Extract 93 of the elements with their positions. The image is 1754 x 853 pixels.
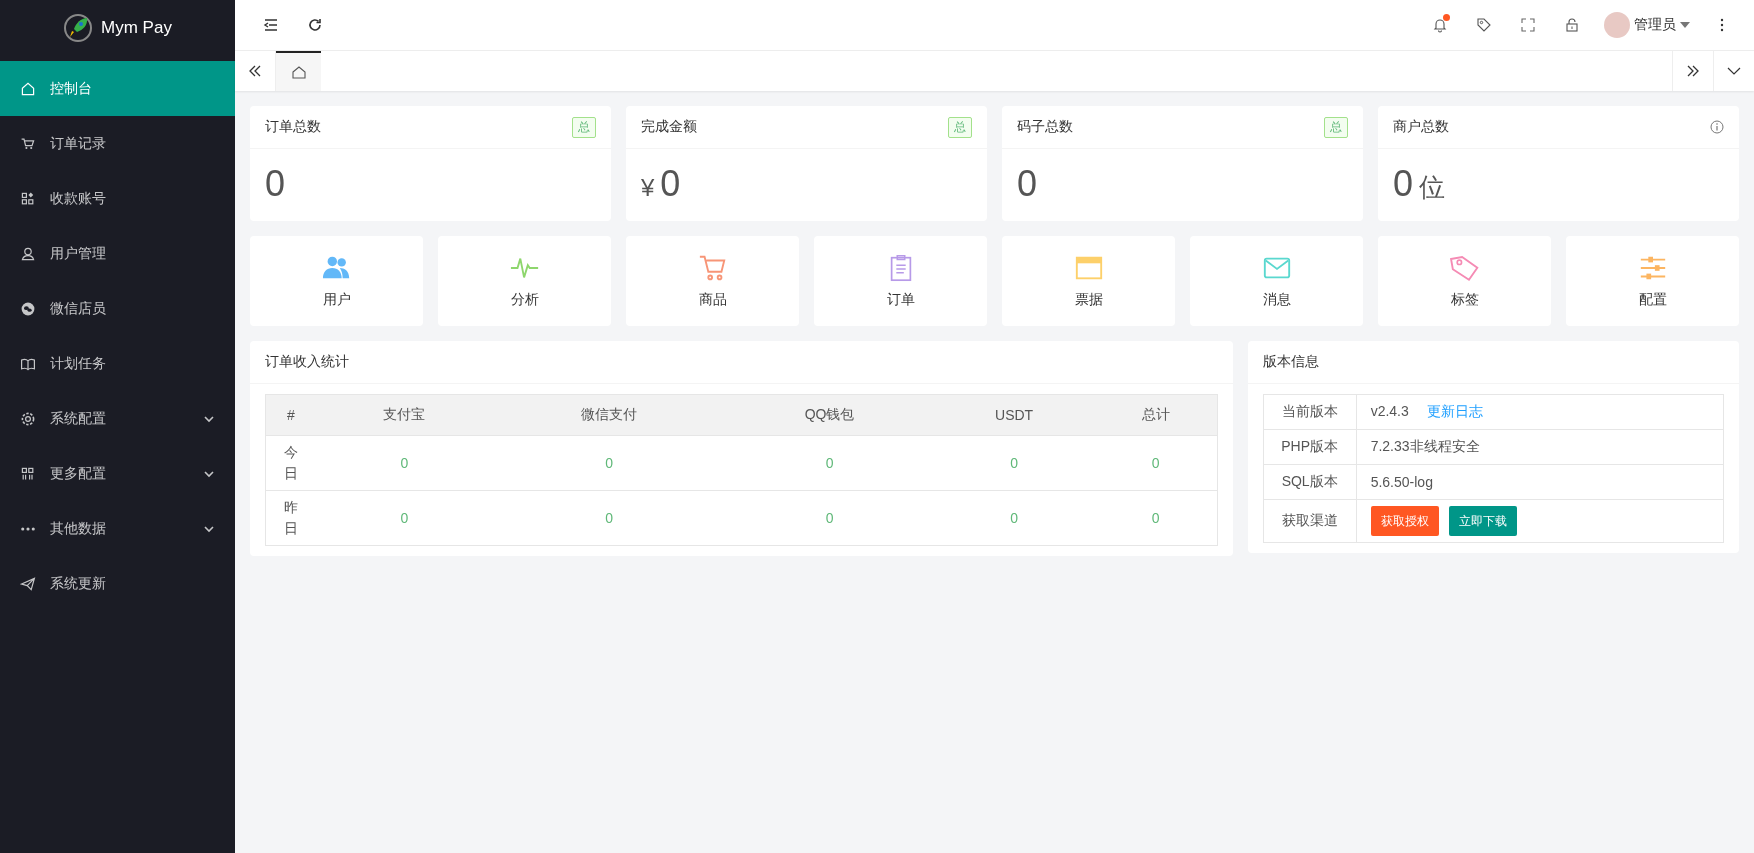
app-name: Mym Pay bbox=[101, 18, 172, 38]
stat-badge: 总 bbox=[948, 116, 972, 138]
menu-item-icon bbox=[20, 575, 36, 592]
stat-title: 码子总数 bbox=[1017, 118, 1073, 136]
info-label: PHP版本 bbox=[1263, 429, 1357, 465]
stat-badge: 总 bbox=[572, 116, 596, 138]
stat-value: 0 bbox=[265, 163, 286, 205]
table-cell: 0 bbox=[316, 490, 493, 546]
download-button[interactable]: 立即下载 bbox=[1448, 506, 1517, 536]
table-cell: 今日 bbox=[265, 435, 316, 491]
info-label: 当前版本 bbox=[1263, 394, 1357, 430]
stat-value: 0 bbox=[1017, 163, 1038, 205]
stat-title: 商户总数 bbox=[1393, 118, 1449, 136]
double-chevron-left-icon bbox=[248, 64, 262, 78]
table-cell: 0 bbox=[492, 435, 726, 491]
table-cell: 0 bbox=[933, 435, 1095, 491]
collapse-menu-icon[interactable] bbox=[263, 17, 279, 33]
shortcut-card[interactable]: 消息 bbox=[1190, 236, 1363, 326]
rocket-logo-icon bbox=[63, 13, 94, 43]
shortcut-label: 分析 bbox=[510, 291, 539, 309]
sidebar-item[interactable]: 控制台 bbox=[0, 61, 235, 116]
sidebar-item[interactable]: 收款账号 bbox=[0, 171, 235, 226]
shortcut-card[interactable]: 标签 bbox=[1378, 236, 1551, 326]
column-header: USDT bbox=[933, 394, 1095, 436]
panel-title: 订单收入统计 bbox=[265, 353, 349, 371]
menu-item-icon bbox=[21, 526, 35, 531]
tag-icon bbox=[1449, 253, 1480, 283]
stat-title: 完成金额 bbox=[641, 118, 697, 136]
info-label: 获取渠道 bbox=[1263, 499, 1357, 543]
shortcut-card[interactable]: 订单 bbox=[814, 236, 987, 326]
sidebar-item[interactable]: 计划任务 bbox=[0, 336, 235, 391]
sidebar-item[interactable]: 订单记录 bbox=[0, 116, 235, 171]
info-icon[interactable] bbox=[1710, 120, 1724, 134]
shortcut-label: 配置 bbox=[1638, 291, 1667, 309]
column-header: 支付宝 bbox=[316, 394, 493, 436]
table-cell: 0 bbox=[725, 435, 934, 491]
table-cell: 0 bbox=[316, 435, 493, 491]
scroll-right-button[interactable] bbox=[1672, 51, 1713, 91]
panel-title: 版本信息 bbox=[1262, 353, 1319, 371]
shortcut-card[interactable]: 配置 bbox=[1566, 236, 1739, 326]
sidebar-item[interactable]: 其他数据 bbox=[0, 501, 235, 556]
lock-icon[interactable] bbox=[1564, 17, 1580, 33]
table-cell: 0 bbox=[1094, 490, 1218, 546]
shortcut-label: 消息 bbox=[1262, 291, 1291, 309]
tag-icon[interactable] bbox=[1476, 17, 1492, 33]
table-cell: 0 bbox=[725, 490, 934, 546]
info-value: 7.2.33非线程安全 bbox=[1356, 429, 1724, 465]
shortcut-label: 用户 bbox=[322, 291, 351, 309]
sidebar-item[interactable]: 系统更新 bbox=[0, 556, 235, 611]
stat-unit: 位 bbox=[1419, 171, 1446, 204]
shortcut-card[interactable]: 商品 bbox=[626, 236, 799, 326]
menu-item-icon bbox=[20, 190, 36, 207]
menu-item-icon bbox=[20, 410, 36, 427]
column-header: 总计 bbox=[1094, 394, 1218, 436]
cart-icon bbox=[697, 253, 728, 283]
user-name[interactable]: 管理员 bbox=[1634, 16, 1676, 34]
home-tab[interactable] bbox=[276, 51, 321, 91]
info-value: v2.4.3 bbox=[1370, 403, 1409, 419]
shortcut-label: 票据 bbox=[1074, 291, 1103, 309]
currency-sign: ¥ bbox=[641, 174, 655, 202]
sidebar-item[interactable]: 微信店员 bbox=[0, 281, 235, 336]
menu-item-icon bbox=[20, 465, 36, 482]
info-value: 5.6.50-log bbox=[1356, 464, 1724, 500]
shortcut-card[interactable]: 用户 bbox=[250, 236, 423, 326]
refresh-icon[interactable] bbox=[307, 17, 323, 33]
double-chevron-right-icon bbox=[1686, 64, 1700, 78]
bell-icon[interactable] bbox=[1432, 17, 1448, 33]
menu-item-icon bbox=[20, 245, 36, 262]
caret-down-icon[interactable] bbox=[1680, 22, 1690, 28]
sidebar-item[interactable]: 更多配置 bbox=[0, 446, 235, 501]
column-header: # bbox=[265, 394, 316, 436]
stat-badge: 总 bbox=[1324, 116, 1348, 138]
info-label: SQL版本 bbox=[1263, 464, 1357, 500]
stat-title: 订单总数 bbox=[265, 118, 321, 136]
sidebar-item[interactable]: 用户管理 bbox=[0, 226, 235, 281]
shortcut-card[interactable]: 分析 bbox=[438, 236, 611, 326]
shortcut-label: 订单 bbox=[886, 291, 915, 309]
sidebar-item[interactable]: 系统配置 bbox=[0, 391, 235, 446]
menu-item-icon bbox=[20, 300, 36, 317]
shortcut-label: 标签 bbox=[1450, 291, 1479, 309]
column-header: 微信支付 bbox=[492, 394, 726, 436]
shortcut-card[interactable]: 票据 bbox=[1002, 236, 1175, 326]
table-cell: 0 bbox=[492, 490, 726, 546]
stat-value: 0 bbox=[1393, 163, 1414, 205]
shortcut-label: 商品 bbox=[698, 291, 727, 309]
table-cell: 昨日 bbox=[265, 490, 316, 546]
table-cell: 0 bbox=[933, 490, 1095, 546]
stat-value: 0 bbox=[660, 163, 681, 205]
table-cell: 0 bbox=[1094, 435, 1218, 491]
menu-item-icon bbox=[20, 80, 36, 97]
fullscreen-icon[interactable] bbox=[1520, 17, 1536, 33]
home-icon bbox=[290, 64, 307, 80]
column-header: QQ钱包 bbox=[725, 394, 934, 436]
